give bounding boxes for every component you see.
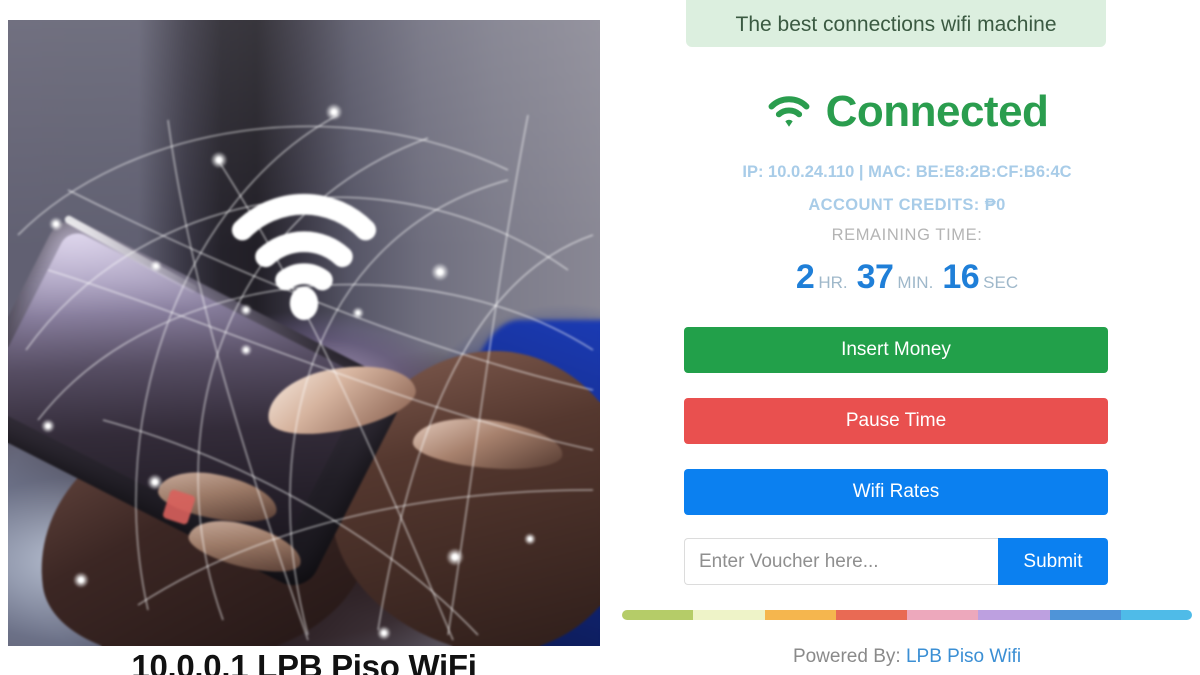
voucher-form: Submit [684, 538, 1108, 585]
tagline-text: The best connections wifi machine [735, 13, 1057, 36]
wifi-network-photo [8, 20, 600, 646]
color-bar-segment [764, 610, 836, 620]
color-bar-segment [693, 610, 765, 620]
wifi-rates-button[interactable]: Wifi Rates [684, 469, 1108, 515]
remaining-time-value: 2 HR. 37 MIN. 16 SEC [614, 258, 1200, 298]
piso-wifi-portal: The best connections wifi machine Connec… [614, 0, 1200, 675]
status-label: Connected [825, 87, 1049, 136]
color-accent-bar [622, 610, 1192, 620]
photo-soft-focus [8, 20, 600, 646]
color-bar-segment [1049, 610, 1121, 620]
connection-status: Connected [614, 84, 1200, 140]
timer-seconds: 16 [942, 258, 980, 296]
timer-minutes: 37 [856, 258, 894, 296]
footer-credit: Powered By: LPB Piso Wifi [614, 646, 1200, 668]
footer-brand-link[interactable]: LPB Piso Wifi [906, 646, 1021, 667]
color-bar-segment [978, 610, 1050, 620]
timer-seconds-unit: SEC [983, 273, 1019, 292]
timer-hours: 2 [795, 258, 815, 296]
photo-caption: 10.0.0.1 LPB Piso WiFi [131, 648, 477, 675]
insert-money-button[interactable]: Insert Money [684, 327, 1108, 373]
account-credits: ACCOUNT CREDITS: ₱0 [808, 196, 1006, 214]
footer-prefix: Powered By: [792, 646, 901, 667]
color-bar-segment [835, 610, 907, 620]
color-bar-segment [622, 610, 694, 620]
voucher-input[interactable] [684, 538, 998, 585]
screenshot-root: 10.0.0.1 LPB Piso WiFi The best connecti… [0, 0, 1200, 675]
timer-hours-unit: HR. [818, 273, 848, 292]
color-bar-segment [1120, 610, 1192, 620]
color-bar-segment [907, 610, 979, 620]
wifi-icon [768, 96, 810, 127]
pause-time-button[interactable]: Pause Time [684, 398, 1108, 444]
ip-mac-info: IP: 10.0.24.110 | MAC: BE:E8:2B:CF:B6:4C [742, 163, 1072, 181]
tagline-banner: The best connections wifi machine [686, 0, 1106, 47]
submit-voucher-button[interactable]: Submit [998, 538, 1108, 585]
timer-minutes-unit: MIN. [897, 273, 934, 292]
remaining-time-label: REMAINING TIME: [831, 226, 983, 244]
